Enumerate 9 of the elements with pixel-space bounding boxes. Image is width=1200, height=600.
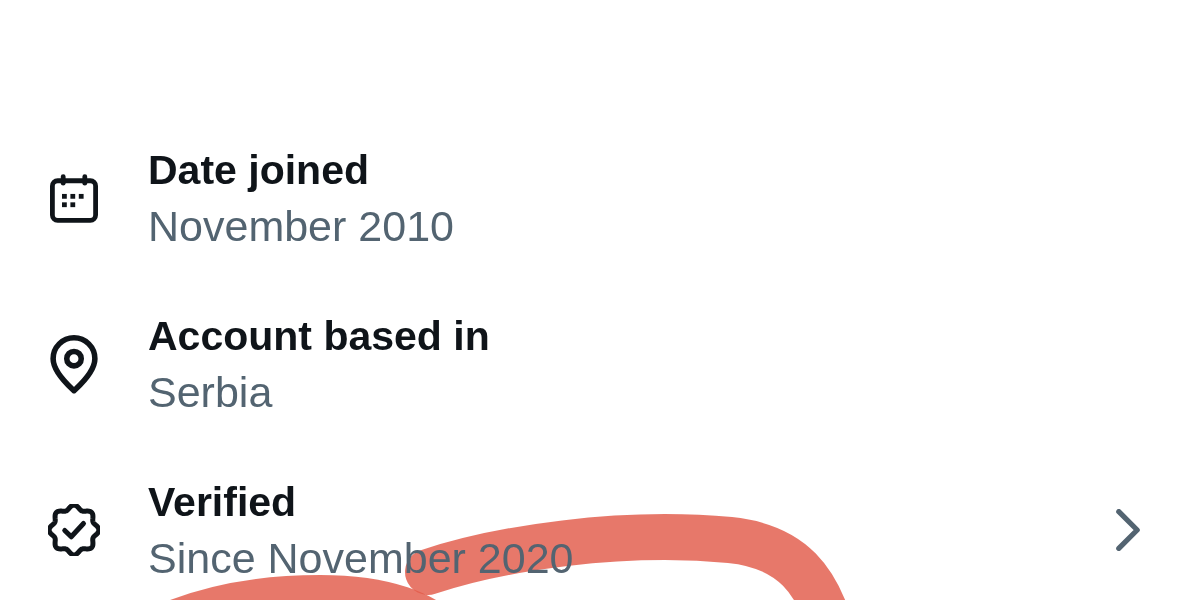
location-pin-icon	[50, 334, 98, 394]
calendar-icon	[50, 173, 98, 223]
chevron-right-icon[interactable]	[1116, 509, 1140, 551]
row-subtitle: November 2010	[148, 201, 454, 252]
row-subtitle: Serbia	[148, 367, 273, 418]
row-title: Date joined	[148, 146, 369, 195]
verified-badge-icon	[48, 504, 100, 556]
row-title: Account based in	[148, 312, 490, 361]
row-title: Verified	[148, 478, 297, 527]
